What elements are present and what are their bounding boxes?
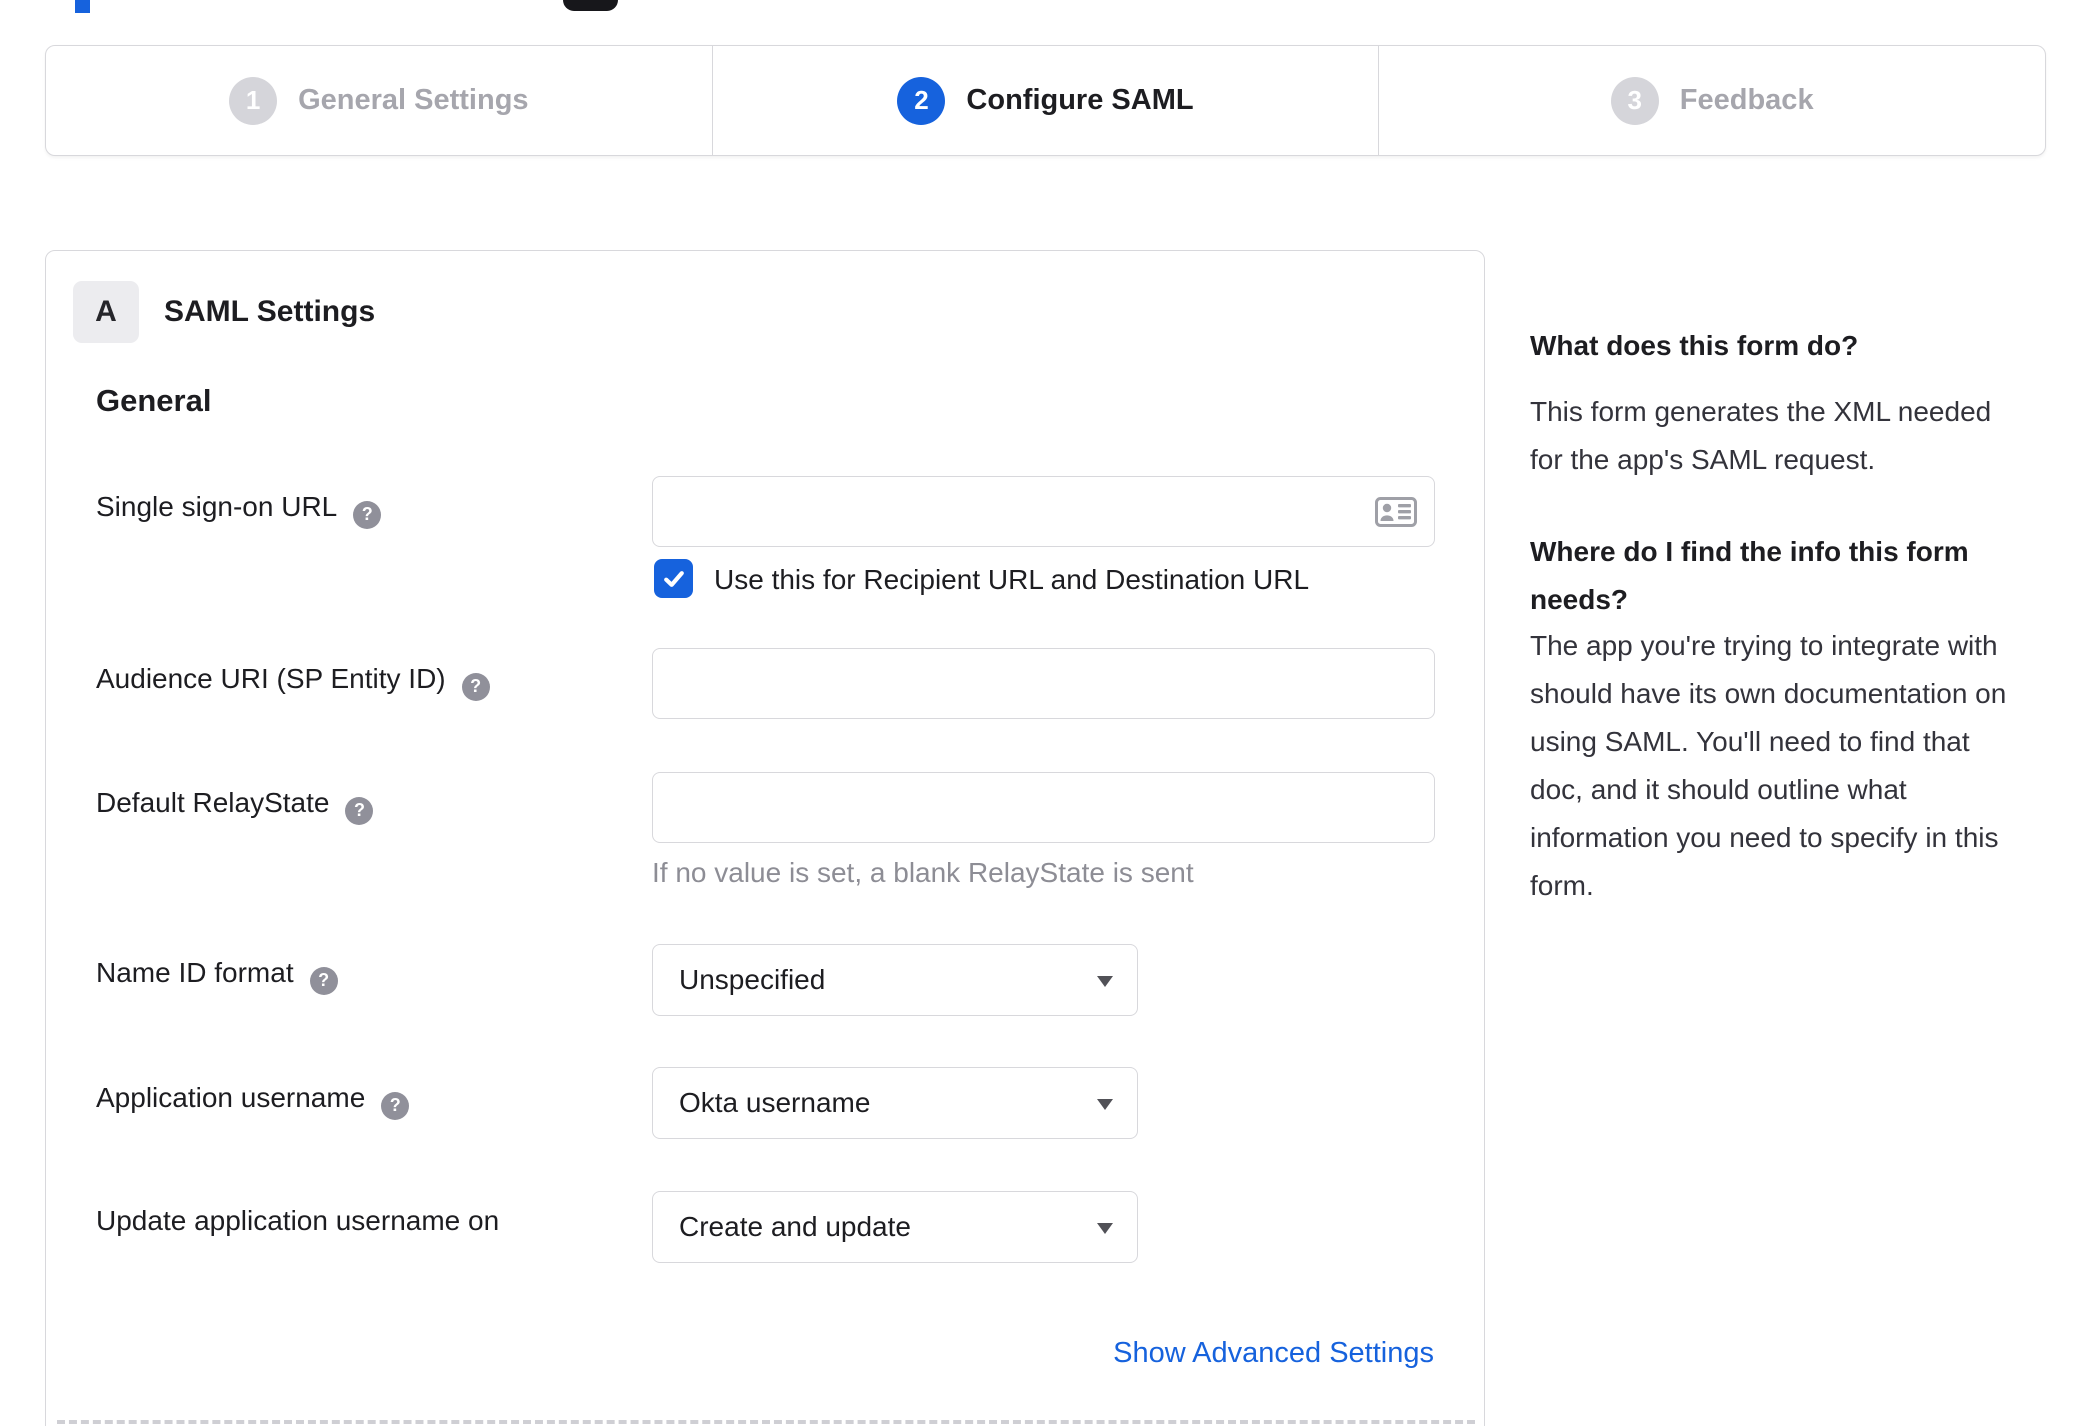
step-number-badge: 1 xyxy=(229,76,278,125)
step-number-badge: 2 xyxy=(897,76,946,125)
recipient-url-checkbox-label: Use this for Recipient URL and Destinati… xyxy=(714,564,1310,595)
sso-url-input-wrap xyxy=(652,476,1435,547)
section-a-badge: A xyxy=(73,281,139,343)
selected-value: Create and update xyxy=(679,1211,911,1242)
cropped-logo-fragment xyxy=(75,0,90,13)
step-general-settings[interactable]: 1 General Settings xyxy=(46,46,712,155)
wizard-stepper: 1 General Settings 2 Configure SAML 3 Fe… xyxy=(45,45,2046,156)
audience-uri-label: Audience URI (SP Entity ID)? xyxy=(96,663,490,701)
section-title: SAML Settings xyxy=(164,295,376,328)
step-feedback[interactable]: 3 Feedback xyxy=(1378,46,2045,155)
step-label: General Settings xyxy=(298,84,529,116)
relay-state-input[interactable] xyxy=(652,772,1435,843)
caret-down-icon xyxy=(1097,1099,1113,1110)
sso-url-input[interactable] xyxy=(652,476,1435,547)
cropped-app-icon-fragment xyxy=(563,0,618,11)
selected-value: Okta username xyxy=(679,1087,871,1118)
name-id-format-label: Name ID format? xyxy=(96,957,338,995)
step-label: Feedback xyxy=(1679,84,1814,116)
application-username-select[interactable]: Okta username xyxy=(652,1067,1138,1139)
step-label: Configure SAML xyxy=(966,84,1194,116)
section-dashed-divider xyxy=(57,1420,1475,1424)
help-icon[interactable]: ? xyxy=(381,1091,410,1120)
show-advanced-settings-link[interactable]: Show Advanced Settings xyxy=(1113,1337,1434,1370)
help-question-1-body: This form generates the XML needed for t… xyxy=(1530,396,1992,475)
caret-down-icon xyxy=(1097,976,1113,987)
recipient-url-checkbox[interactable] xyxy=(654,559,693,598)
name-id-format-select[interactable]: Unspecified xyxy=(652,944,1138,1016)
help-question-1-title: What does this form do? xyxy=(1530,330,1859,361)
help-icon[interactable]: ? xyxy=(353,500,382,529)
relay-state-helper-text: If no value is set, a blank RelayState i… xyxy=(652,857,1194,888)
checkmark-icon xyxy=(663,570,684,587)
step-configure-saml[interactable]: 2 Configure SAML xyxy=(711,46,1379,155)
help-icon[interactable]: ? xyxy=(461,672,490,701)
caret-down-icon xyxy=(1097,1223,1113,1234)
saml-settings-panel: A SAML Settings General Single sign-on U… xyxy=(45,250,1485,1426)
sso-url-label: Single sign-on URL? xyxy=(96,491,382,529)
application-username-label: Application username? xyxy=(96,1082,410,1120)
step-number-badge: 3 xyxy=(1610,76,1659,125)
update-app-username-select[interactable]: Create and update xyxy=(652,1191,1138,1263)
help-icon[interactable]: ? xyxy=(345,796,374,825)
selected-value: Unspecified xyxy=(679,964,826,995)
help-question-2-title: Where do I find the info this form needs… xyxy=(1530,536,1969,615)
general-group-title: General xyxy=(96,383,212,418)
audience-uri-input[interactable] xyxy=(652,648,1435,719)
help-icon[interactable]: ? xyxy=(309,966,338,995)
help-question-2-body: The app you're trying to integrate with … xyxy=(1530,630,2007,901)
update-app-username-label: Update application username on xyxy=(96,1205,500,1236)
relay-state-label: Default RelayState? xyxy=(96,787,374,825)
